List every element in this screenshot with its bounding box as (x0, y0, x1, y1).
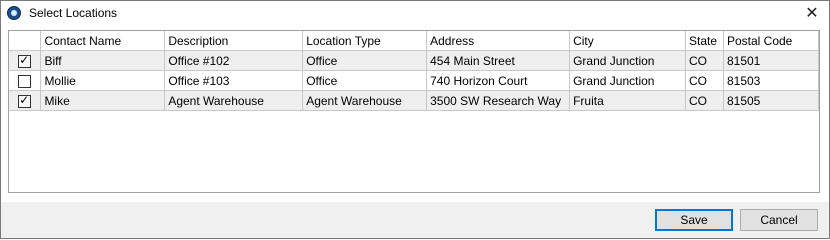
address-cell[interactable]: 740 Horizon Court (426, 70, 571, 91)
row-checkbox[interactable] (18, 93, 32, 108)
row-select-cell[interactable] (9, 90, 42, 111)
column-header-location-type[interactable]: Location Type (302, 31, 428, 51)
table-row[interactable]: Biff Office #102 Office 454 Main Street … (9, 50, 820, 71)
city-cell[interactable]: Grand Junction (569, 70, 686, 91)
state-cell[interactable]: CO (685, 50, 724, 71)
state-cell[interactable]: CO (685, 70, 724, 91)
column-header-contact-name[interactable]: Contact Name (40, 31, 166, 51)
description-cell[interactable]: Agent Warehouse (164, 90, 304, 111)
column-header-address[interactable]: Address (426, 31, 571, 51)
column-header-select[interactable] (9, 31, 42, 51)
app-icon (7, 6, 21, 20)
close-icon[interactable]: ✕ (795, 1, 829, 26)
postal-code-cell[interactable]: 81505 (722, 90, 820, 111)
description-cell[interactable]: Office #102 (164, 50, 304, 71)
dialog-content: Contact Name Description Location Type A… (1, 26, 829, 202)
locations-grid: Contact Name Description Location Type A… (8, 30, 820, 193)
contact-name-cell[interactable]: Mollie (40, 70, 166, 91)
row-checkbox[interactable] (18, 53, 32, 68)
contact-name-cell[interactable]: Mike (40, 90, 166, 111)
location-type-cell[interactable]: Office (302, 50, 428, 71)
cancel-button[interactable]: Cancel (740, 209, 818, 231)
city-cell[interactable]: Grand Junction (569, 50, 686, 71)
row-select-cell[interactable] (9, 50, 42, 71)
description-cell[interactable]: Office #103 (164, 70, 304, 91)
contact-name-cell[interactable]: Biff (40, 50, 166, 71)
save-button[interactable]: Save (655, 209, 733, 231)
table-row[interactable]: Mollie Office #103 Office 740 Horizon Co… (9, 70, 820, 91)
row-select-cell[interactable] (9, 70, 42, 91)
state-cell[interactable]: CO (685, 90, 724, 111)
postal-code-cell[interactable]: 81503 (722, 70, 820, 91)
column-header-city[interactable]: City (569, 31, 686, 51)
locations-table: Contact Name Description Location Type A… (9, 31, 820, 111)
city-cell[interactable]: Fruita (569, 90, 686, 111)
row-checkbox[interactable] (18, 74, 32, 88)
column-header-description[interactable]: Description (164, 31, 304, 51)
dialog-footer: Save Cancel (1, 202, 829, 238)
column-header-state[interactable]: State (685, 31, 724, 51)
dialog-title: Select Locations (29, 6, 118, 20)
address-cell[interactable]: 3500 SW Research Way (426, 90, 571, 111)
postal-code-cell[interactable]: 81501 (722, 50, 820, 71)
table-row[interactable]: Mike Agent Warehouse Agent Warehouse 350… (9, 90, 820, 111)
location-type-cell[interactable]: Office (302, 70, 428, 91)
header-row: Contact Name Description Location Type A… (9, 31, 820, 51)
location-type-cell[interactable]: Agent Warehouse (302, 90, 428, 111)
title-bar: Select Locations ✕ (1, 1, 829, 26)
select-locations-dialog: Select Locations ✕ Contact Name Descript… (0, 0, 830, 239)
address-cell[interactable]: 454 Main Street (426, 50, 571, 71)
column-header-postal-code[interactable]: Postal Code (722, 31, 820, 51)
